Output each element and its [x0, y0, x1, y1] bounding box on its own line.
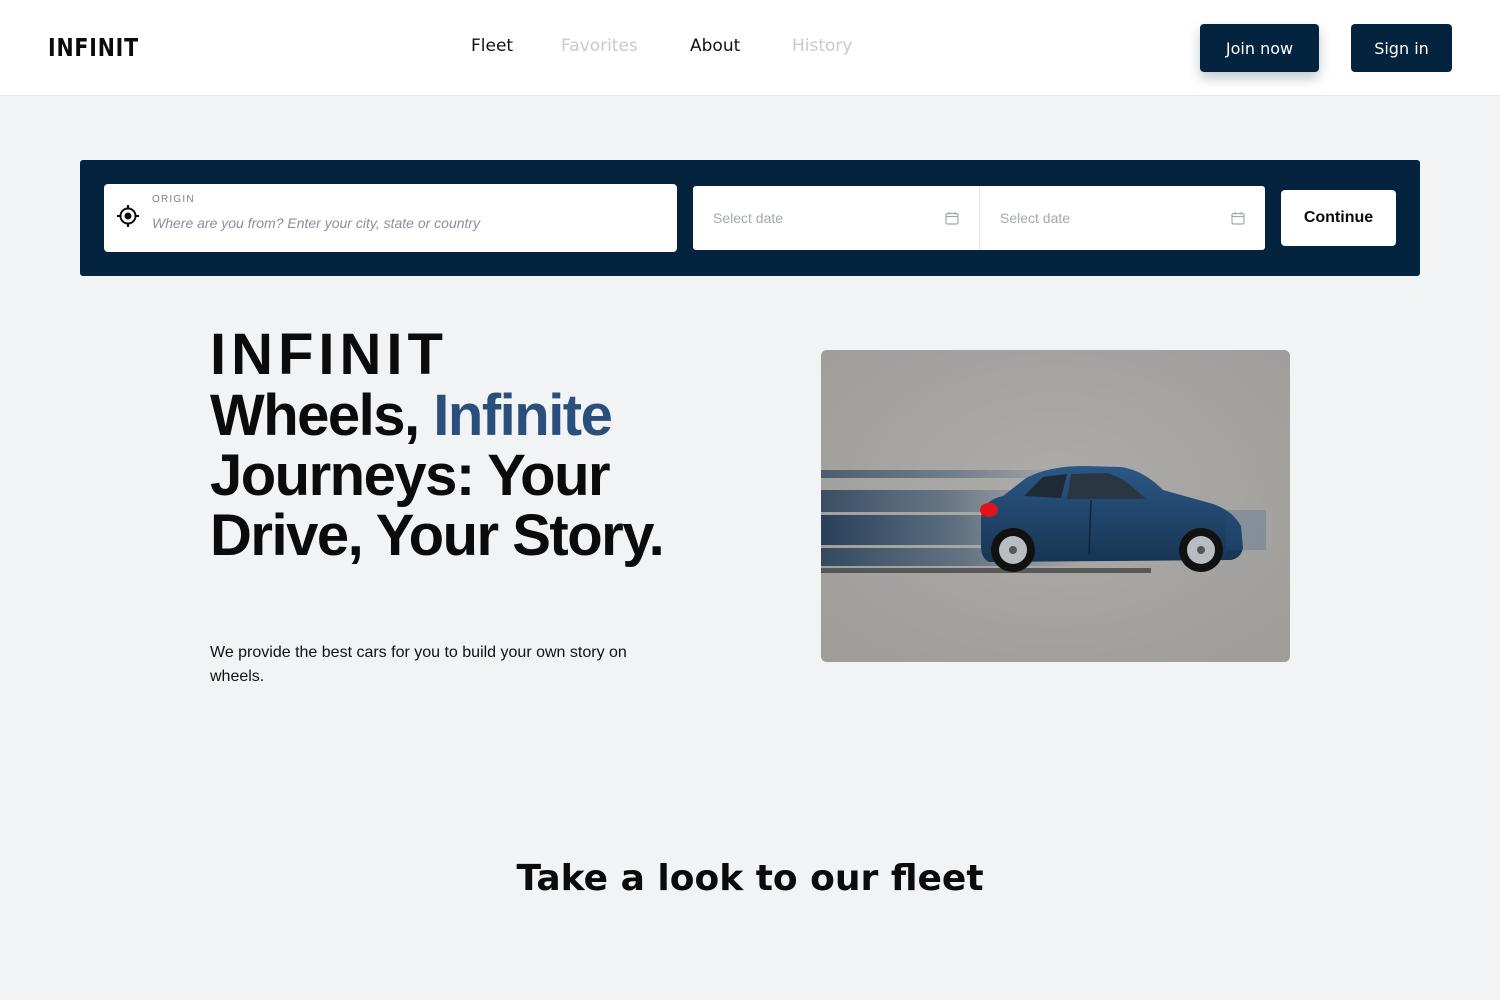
origin-input[interactable] — [152, 212, 662, 234]
origin-field[interactable]: ORIGIN — [104, 184, 677, 252]
start-date-picker[interactable]: Select date — [693, 186, 979, 250]
hero-brand: INFINIT — [210, 322, 448, 387]
logo[interactable]: INFINIT — [48, 33, 139, 62]
end-date-text: Select date — [1000, 210, 1071, 226]
date-range: Select date Select date — [693, 186, 1265, 250]
origin-label: ORIGIN — [152, 194, 195, 205]
join-now-button[interactable]: Join now — [1200, 24, 1319, 72]
search-panel: ORIGIN Select date Select date Continue — [80, 160, 1420, 276]
start-date-text: Select date — [713, 210, 784, 226]
hero-tagline: Wheels, Infinite Journeys: Your Drive, Y… — [210, 386, 680, 566]
top-header: INFINIT Fleet Favorites About History Jo… — [0, 0, 1500, 96]
car-illustration — [821, 350, 1290, 662]
continue-button[interactable]: Continue — [1281, 190, 1396, 246]
nav-about[interactable]: About — [690, 36, 740, 56]
location-target-icon — [117, 205, 139, 227]
sign-in-button[interactable]: Sign in — [1351, 24, 1452, 72]
tagline-part2: Journeys: Your Drive, Your Story. — [210, 443, 665, 568]
calendar-icon — [1231, 212, 1245, 225]
nav-favorites[interactable]: Favorites — [561, 36, 638, 56]
end-date-picker[interactable]: Select date — [979, 186, 1265, 250]
nav-fleet[interactable]: Fleet — [471, 36, 513, 56]
calendar-icon — [945, 212, 959, 225]
hero-description: We provide the best cars for you to buil… — [210, 644, 627, 685]
nav-history[interactable]: History — [792, 36, 852, 56]
hero-car-image — [821, 350, 1290, 662]
tagline-accent: Infinite — [433, 383, 613, 448]
tagline-part1: Wheels, — [210, 383, 434, 448]
fleet-section-title: Take a look to our fleet — [516, 858, 984, 899]
